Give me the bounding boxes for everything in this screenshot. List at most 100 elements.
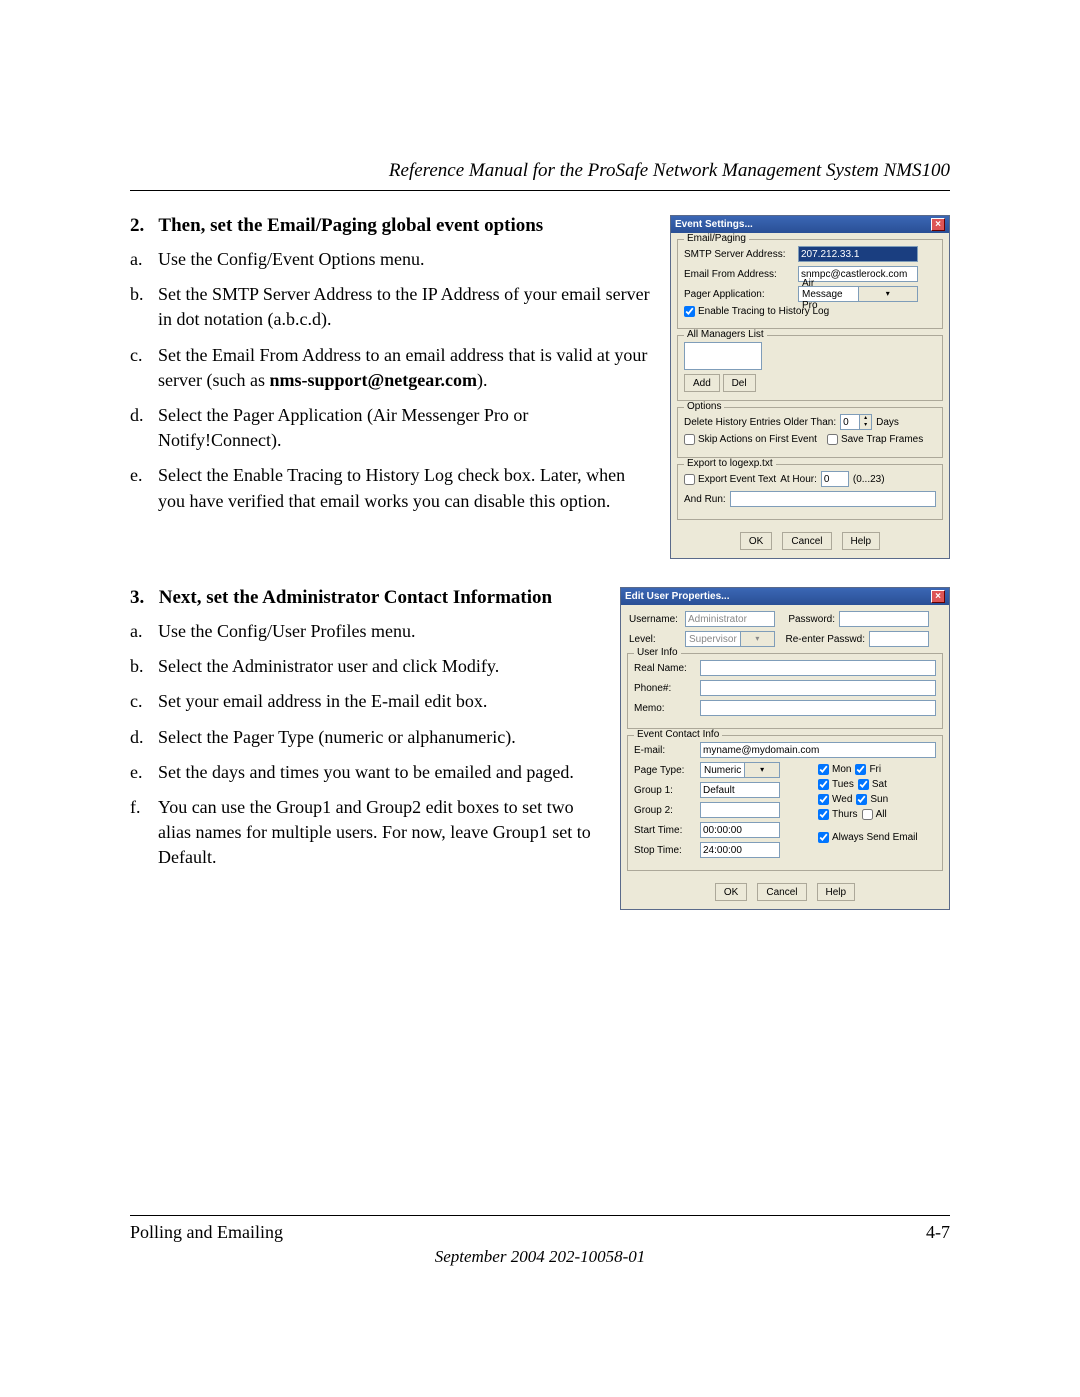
footer-rule [130, 1215, 950, 1216]
thu-checkbox[interactable]: Thurs [818, 809, 858, 820]
from-label: Email From Address: [684, 269, 794, 280]
checkbox-input[interactable] [818, 764, 829, 775]
chevron-down-icon[interactable]: ▾ [859, 422, 871, 429]
pagetype-label: Page Type: [634, 765, 696, 776]
save-trap-checkbox[interactable]: Save Trap Frames [827, 434, 923, 445]
item-label: d. [130, 403, 158, 453]
dialog-titlebar[interactable]: Edit User Properties... × [621, 588, 949, 605]
item-text: Select the Pager Application (Air Messen… [158, 403, 652, 453]
wed-checkbox[interactable]: Wed [818, 794, 852, 805]
checkbox-input[interactable] [855, 764, 866, 775]
pagetype-select[interactable]: Numeric▾ [700, 762, 780, 778]
bold-email: nms-support@netgear.com [269, 370, 477, 390]
email-input[interactable] [700, 742, 936, 758]
sun-checkbox[interactable]: Sun [856, 794, 888, 805]
checkbox-input[interactable] [684, 434, 695, 445]
password-input[interactable] [839, 611, 929, 627]
checkbox-label: Sun [870, 794, 888, 805]
chevron-up-icon[interactable]: ▴ [859, 415, 871, 422]
checkbox-input[interactable] [827, 434, 838, 445]
help-button[interactable]: Help [842, 532, 881, 550]
spinner-input[interactable] [841, 415, 859, 429]
username-label: Username: [629, 614, 681, 625]
del-button[interactable]: Del [723, 374, 756, 392]
tue-checkbox[interactable]: Tues [818, 779, 854, 790]
running-header: Reference Manual for the ProSafe Network… [130, 160, 950, 190]
dialog-titlebar[interactable]: Event Settings... × [671, 216, 949, 233]
sat-checkbox[interactable]: Sat [858, 779, 887, 790]
ok-button[interactable]: OK [715, 883, 747, 901]
export-text-checkbox[interactable]: Export Event Text [684, 474, 776, 485]
managers-listbox[interactable] [684, 342, 762, 370]
username-input [685, 611, 775, 627]
realname-label: Real Name: [634, 663, 696, 674]
start-time-input[interactable] [700, 822, 780, 838]
realname-input[interactable] [700, 660, 936, 676]
ok-button[interactable]: OK [740, 532, 772, 550]
memo-input[interactable] [700, 700, 936, 716]
help-button[interactable]: Help [817, 883, 856, 901]
checkbox-input[interactable] [856, 794, 867, 805]
item-label: a. [130, 247, 158, 272]
cancel-button[interactable]: Cancel [757, 883, 806, 901]
text-post: ). [477, 370, 488, 390]
always-send-checkbox[interactable]: Always Send Email [818, 832, 918, 843]
item-text: Use the Config/Event Options menu. [158, 247, 652, 272]
del-history-label: Delete History Entries Older Than: [684, 417, 836, 428]
group-options: Options Delete History Entries Older Tha… [677, 407, 943, 458]
reenter-label: Re-enter Passwd: [779, 634, 865, 645]
close-icon[interactable]: × [931, 218, 945, 231]
checkbox-label: Tues [832, 779, 854, 790]
at-hour-input[interactable] [821, 471, 849, 487]
item-label: b. [130, 654, 158, 679]
item-text: Select the Administrator user and click … [158, 654, 602, 679]
checkbox-input[interactable] [818, 794, 829, 805]
item-label: d. [130, 725, 158, 750]
smtp-input[interactable] [798, 246, 918, 262]
select-value: Supervisor [686, 634, 740, 645]
reenter-input[interactable] [869, 631, 929, 647]
pager-app-label: Pager Application: [684, 289, 794, 300]
all-checkbox[interactable]: All [862, 809, 887, 820]
checkbox-label: All [876, 809, 887, 820]
del-history-spinner[interactable]: ▴▾ [840, 414, 872, 430]
item-label: e. [130, 463, 158, 513]
at-hour-label: At Hour: [780, 474, 817, 485]
edit-user-dialog: Edit User Properties... × Username: Pass… [620, 587, 950, 910]
group-title: User Info [634, 647, 681, 658]
and-run-input[interactable] [730, 491, 936, 507]
pager-app-select[interactable]: Air Message Pro▾ [798, 286, 918, 302]
and-run-label: And Run: [684, 494, 726, 505]
section-3-list: a.Use the Config/User Profiles menu. b.S… [130, 619, 602, 871]
item-text: You can use the Group1 and Group2 edit b… [158, 795, 602, 871]
stop-time-input[interactable] [700, 842, 780, 858]
group-title: Export to logexp.txt [684, 458, 776, 469]
group2-input[interactable] [700, 802, 780, 818]
phone-input[interactable] [700, 680, 936, 696]
group-title: Email/Paging [684, 233, 749, 244]
checkbox-input[interactable] [818, 779, 829, 790]
fri-checkbox[interactable]: Fri [855, 764, 881, 775]
group2-label: Group 2: [634, 805, 696, 816]
item-text: Set the Email From Address to an email a… [158, 343, 652, 393]
group-title: Event Contact Info [634, 729, 722, 740]
item-label: c. [130, 689, 158, 714]
close-icon[interactable]: × [931, 590, 945, 603]
add-button[interactable]: Add [684, 374, 720, 392]
enable-trace-checkbox[interactable]: Enable Tracing to History Log [684, 306, 829, 317]
section-num: 3. [130, 587, 154, 609]
checkbox-input[interactable] [818, 832, 829, 843]
footer-date: September 2004 202-10058-01 [130, 1247, 950, 1267]
group1-input[interactable] [700, 782, 780, 798]
checkbox-input[interactable] [862, 809, 873, 820]
event-settings-dialog: Event Settings... × Email/Paging SMTP Se… [670, 215, 950, 559]
checkbox-input[interactable] [684, 474, 695, 485]
checkbox-input[interactable] [818, 809, 829, 820]
checkbox-input[interactable] [858, 779, 869, 790]
chevron-down-icon[interactable]: ▾ [858, 287, 918, 301]
skip-first-checkbox[interactable]: Skip Actions on First Event [684, 434, 817, 445]
cancel-button[interactable]: Cancel [782, 532, 831, 550]
chevron-down-icon[interactable]: ▾ [744, 763, 779, 777]
mon-checkbox[interactable]: Mon [818, 764, 851, 775]
checkbox-input[interactable] [684, 306, 695, 317]
